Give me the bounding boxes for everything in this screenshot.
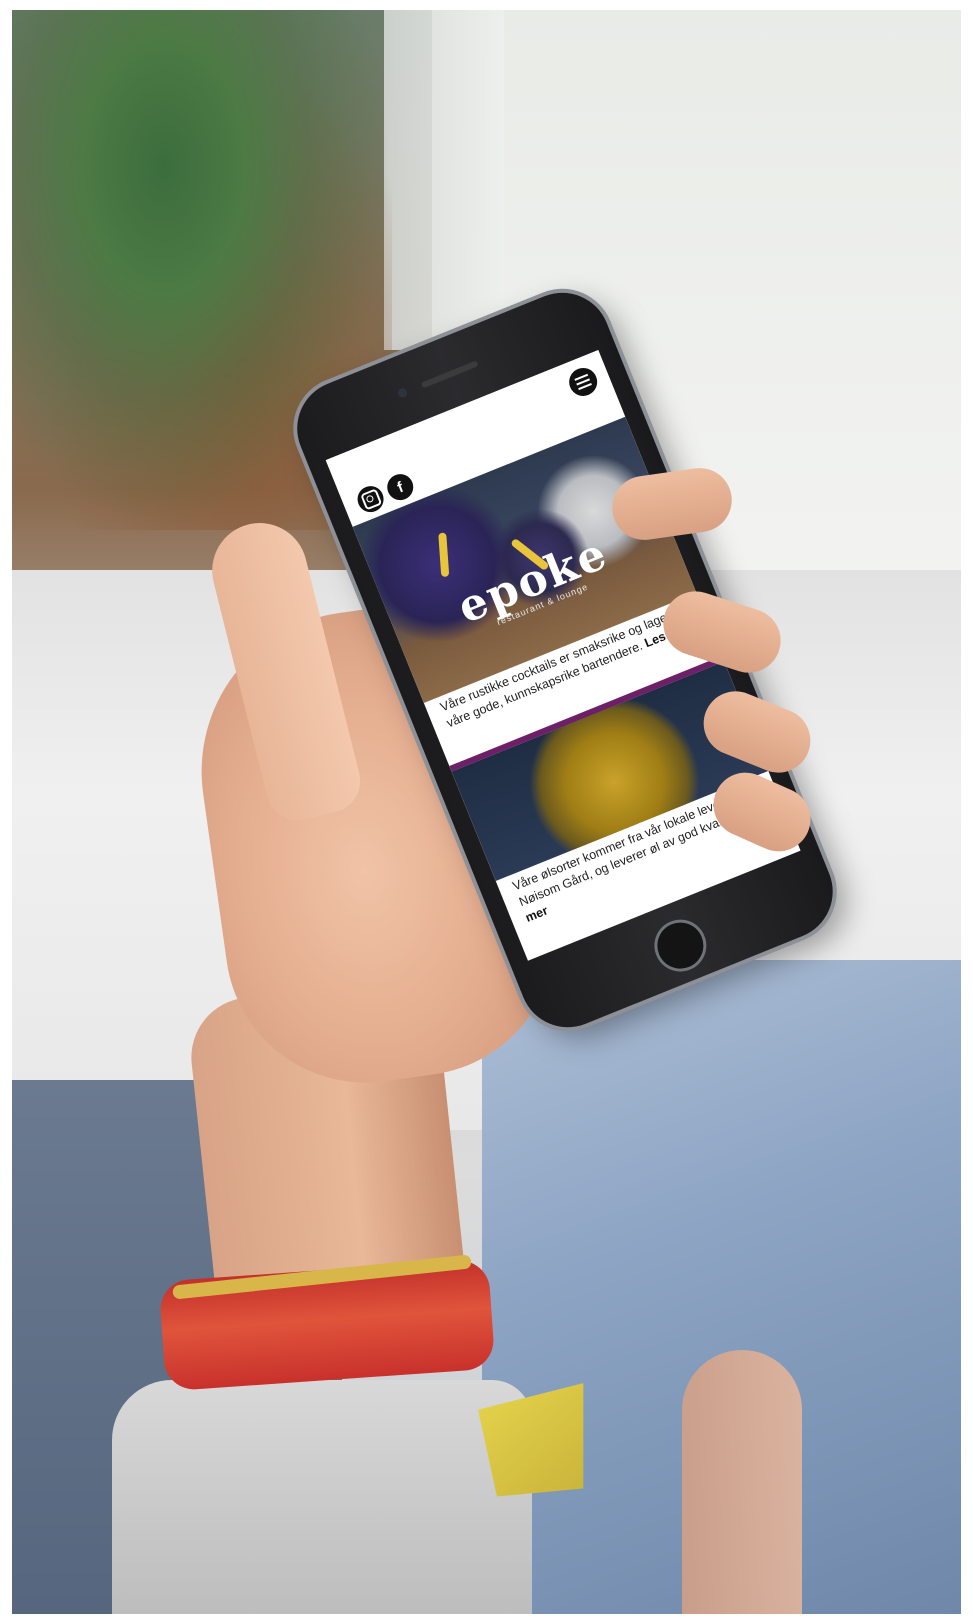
sweater-sleeve — [112, 1380, 532, 1614]
other-hand — [682, 1350, 802, 1614]
hamburger-menu-icon[interactable] — [564, 363, 602, 401]
photo-frame: f epoke restaurant & lounge Våre rustikk… — [12, 10, 961, 1614]
instagram-icon[interactable] — [353, 482, 388, 517]
facebook-icon[interactable]: f — [383, 470, 418, 505]
lemon-peel — [438, 532, 450, 577]
window-frame — [384, 10, 504, 350]
